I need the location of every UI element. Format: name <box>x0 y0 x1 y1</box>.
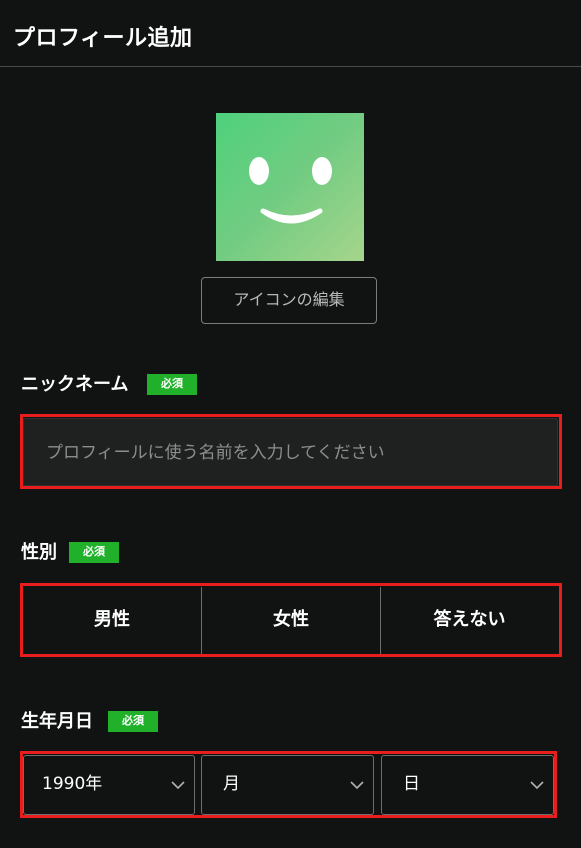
profile-avatar <box>216 113 364 261</box>
nickname-required-badge: 必須 <box>147 374 197 395</box>
gender-label: 性別 <box>21 542 57 563</box>
birth-year-select[interactable]: 1990年 <box>23 755 195 815</box>
edit-icon-button[interactable]: アイコンの編集 <box>201 277 377 324</box>
chevron-down-icon <box>171 781 185 790</box>
nickname-placeholder: プロフィールに使う名前を入力してください <box>46 443 385 463</box>
birth-day-value: 日 <box>403 774 420 794</box>
smiley-face-icon <box>249 157 332 224</box>
gender-option-female[interactable]: 女性 <box>202 587 381 654</box>
birth-month-select[interactable]: 月 <box>201 755 374 815</box>
birth-year-value: 1990年 <box>42 774 103 794</box>
header: プロフィール追加 <box>0 0 581 67</box>
gender-option-no-answer[interactable]: 答えない <box>381 587 558 654</box>
nickname-label: ニックネーム <box>21 374 129 395</box>
gender-required-badge: 必須 <box>69 542 119 563</box>
birthday-required-badge: 必須 <box>108 711 158 732</box>
chevron-down-icon <box>530 781 544 790</box>
birth-day-select[interactable]: 日 <box>381 755 554 815</box>
birth-month-value: 月 <box>223 774 240 794</box>
chevron-down-icon <box>350 781 364 790</box>
page-title: プロフィール追加 <box>13 26 193 51</box>
nickname-input[interactable]: プロフィールに使う名前を入力してください <box>23 418 558 486</box>
gender-option-male[interactable]: 男性 <box>23 587 202 654</box>
gender-selector: 男性 女性 答えない <box>23 587 558 654</box>
birthday-label: 生年月日 <box>21 711 93 732</box>
